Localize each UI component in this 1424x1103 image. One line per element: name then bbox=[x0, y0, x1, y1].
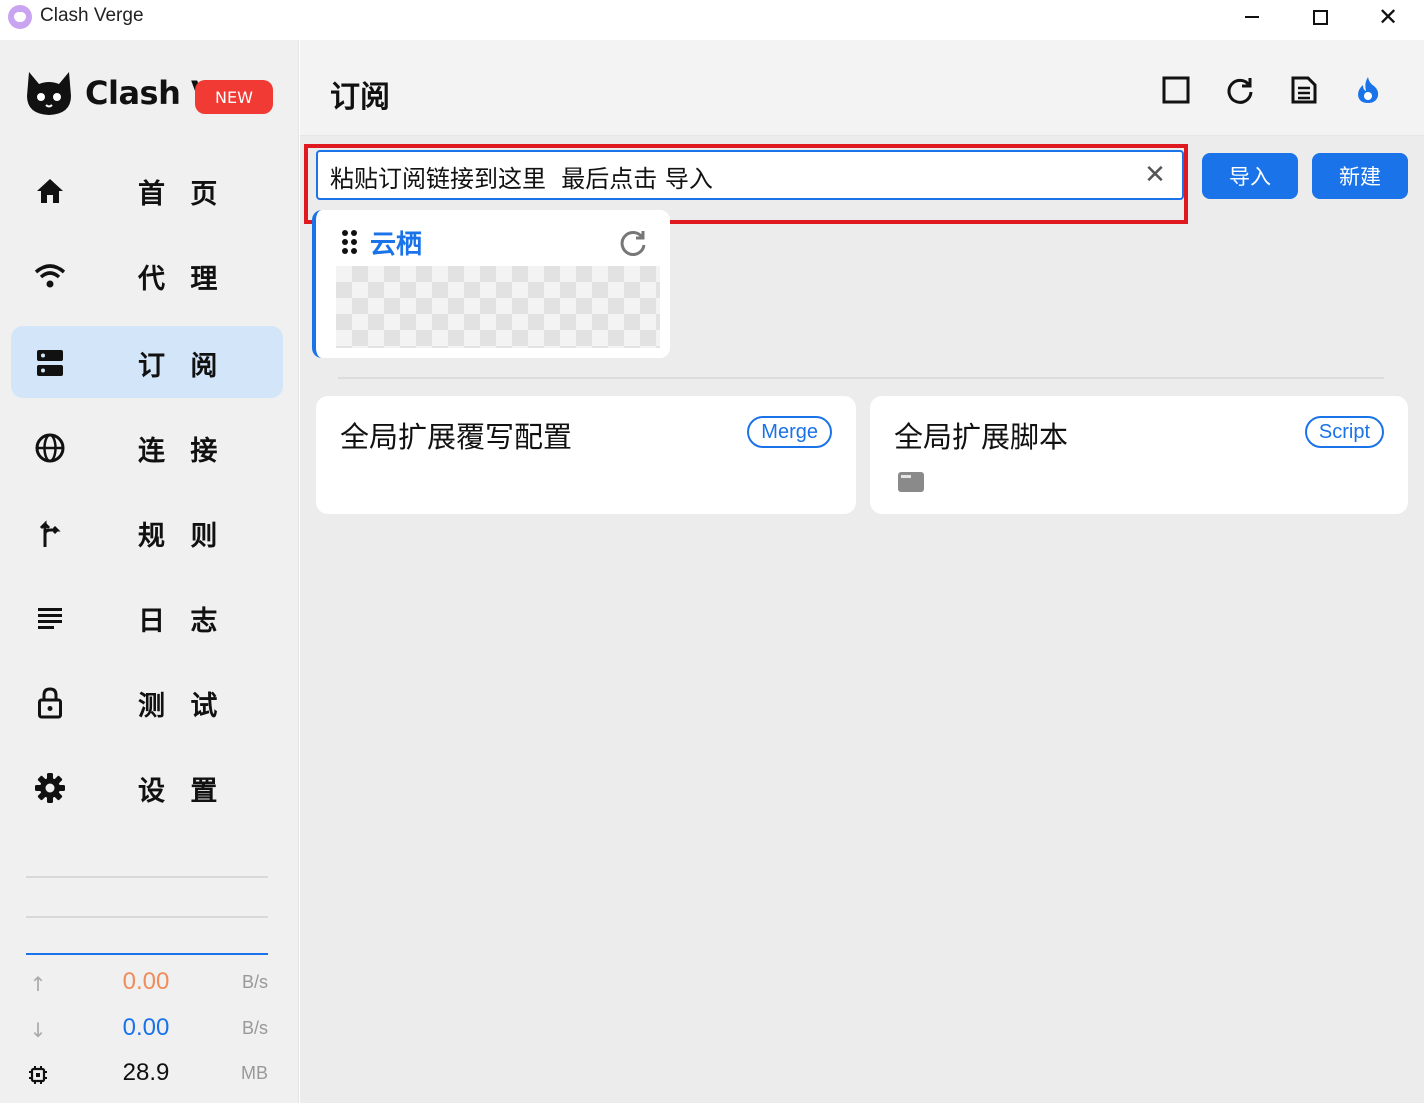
sidebar-item-test[interactable]: 测 试 bbox=[11, 666, 283, 738]
new-button[interactable]: 新建 bbox=[1312, 153, 1408, 199]
sidebar-item-label: 代 理 bbox=[138, 264, 226, 295]
maximize-icon bbox=[1312, 9, 1328, 25]
script-card-title: 全局扩展脚本 bbox=[894, 420, 1069, 454]
script-tag: Script bbox=[1304, 416, 1384, 448]
section-divider bbox=[338, 377, 1384, 379]
clear-input-button[interactable]: ✕ bbox=[1142, 162, 1168, 188]
sidebar-divider bbox=[26, 876, 268, 878]
edit-config-button[interactable] bbox=[1288, 74, 1320, 106]
sidebar-item-label: 日 志 bbox=[138, 606, 226, 637]
square-icon bbox=[1162, 76, 1190, 104]
profile-card[interactable]: 云栖 bbox=[312, 210, 670, 358]
app-window: Clash Verge ✕ Clash V NEW 首 页 代 理 订 阅 连 … bbox=[0, 0, 1424, 1103]
traffic-graph-line bbox=[26, 953, 268, 955]
refresh-icon bbox=[620, 230, 646, 256]
sidebar-item-connections[interactable]: 连 接 bbox=[11, 411, 283, 483]
global-script-card[interactable]: 全局扩展脚本 Script bbox=[870, 396, 1408, 514]
upload-unit: B/s bbox=[241, 972, 268, 992]
merge-tag: Merge bbox=[747, 416, 832, 448]
close-button[interactable]: ✕ bbox=[1356, 0, 1420, 34]
drag-handle-icon[interactable] bbox=[342, 230, 358, 254]
subscription-url-field: ✕ bbox=[316, 150, 1184, 200]
home-icon bbox=[33, 176, 67, 206]
close-icon: ✕ bbox=[1144, 160, 1166, 190]
global-merge-card[interactable]: 全局扩展覆写配置 Merge bbox=[316, 396, 856, 514]
redacted-profile-details bbox=[336, 266, 660, 348]
merge-card-title: 全局扩展覆写配置 bbox=[340, 420, 573, 454]
sidebar-item-label: 测 试 bbox=[138, 691, 226, 722]
globe-icon bbox=[33, 433, 67, 463]
main-header: 订阅 bbox=[300, 40, 1424, 136]
arrow-down-icon: ↓ bbox=[29, 1018, 47, 1042]
sidebar-item-label: 连 接 bbox=[138, 436, 226, 467]
app-cat-icon bbox=[8, 5, 32, 29]
sidebar-item-logs[interactable]: 日 志 bbox=[11, 581, 283, 653]
maximize-button[interactable] bbox=[1288, 0, 1352, 34]
title-bar: Clash Verge ✕ bbox=[0, 0, 1424, 40]
memory-usage: 28.9 MB bbox=[26, 1057, 268, 1093]
sidebar-item-label: 订 阅 bbox=[138, 351, 226, 382]
download-speed: ↓ 0.00 B/s bbox=[26, 1012, 268, 1048]
sidebar-item-home[interactable]: 首 页 bbox=[11, 154, 283, 226]
sidebar-item-settings[interactable]: 设 置 bbox=[11, 751, 283, 823]
page-title: 订阅 bbox=[330, 80, 390, 115]
fire-icon bbox=[1358, 77, 1379, 103]
subscription-url-input[interactable] bbox=[330, 158, 1130, 194]
fork-icon bbox=[33, 518, 67, 548]
import-button[interactable]: 导入 bbox=[1202, 153, 1298, 199]
lock-icon bbox=[33, 687, 67, 719]
view-toggle-button[interactable] bbox=[1160, 74, 1192, 106]
dns-icon bbox=[33, 348, 67, 378]
close-icon: ✕ bbox=[1377, 3, 1399, 31]
sidebar-item-subscriptions[interactable]: 订 阅 bbox=[11, 326, 283, 398]
gear-icon bbox=[33, 773, 67, 803]
list-icon bbox=[33, 603, 67, 633]
sidebar: Clash V NEW 首 页 代 理 订 阅 连 接 规 则 日 志 测 试 … bbox=[0, 40, 299, 1103]
fire-button[interactable] bbox=[1352, 74, 1384, 106]
upload-speed: ↑ 0.00 B/s bbox=[26, 966, 268, 1002]
sidebar-item-label: 首 页 bbox=[138, 179, 226, 210]
minimize-button[interactable] bbox=[1220, 0, 1284, 34]
download-unit: B/s bbox=[241, 1018, 268, 1038]
new-badge: NEW bbox=[195, 80, 273, 114]
memory-unit: MB bbox=[241, 1063, 268, 1083]
sidebar-item-label: 设 置 bbox=[138, 776, 226, 807]
profile-name: 云栖 bbox=[370, 230, 423, 260]
refresh-icon bbox=[1227, 78, 1253, 104]
document-icon bbox=[1291, 76, 1317, 104]
refresh-all-button[interactable] bbox=[1224, 74, 1256, 106]
sidebar-item-rules[interactable]: 规 则 bbox=[11, 496, 283, 568]
sidebar-divider bbox=[26, 916, 268, 918]
sidebar-item-label: 规 则 bbox=[138, 521, 226, 552]
cat-logo-icon bbox=[27, 72, 71, 115]
sidebar-item-proxy[interactable]: 代 理 bbox=[11, 239, 283, 311]
wifi-icon bbox=[33, 261, 67, 291]
upload-value: 0.00 bbox=[122, 968, 170, 995]
download-value: 0.00 bbox=[122, 1014, 170, 1041]
main-content: 订阅 ✕ 导入 新建 云 bbox=[300, 40, 1424, 1103]
window-title: Clash Verge bbox=[40, 5, 144, 26]
memory-chip-icon bbox=[26, 1063, 50, 1087]
minimize-icon bbox=[1245, 16, 1259, 18]
folder-icon[interactable] bbox=[898, 472, 924, 492]
profile-refresh-button[interactable] bbox=[618, 228, 648, 258]
memory-value: 28.9 bbox=[122, 1059, 170, 1086]
arrow-up-icon: ↑ bbox=[29, 972, 47, 996]
